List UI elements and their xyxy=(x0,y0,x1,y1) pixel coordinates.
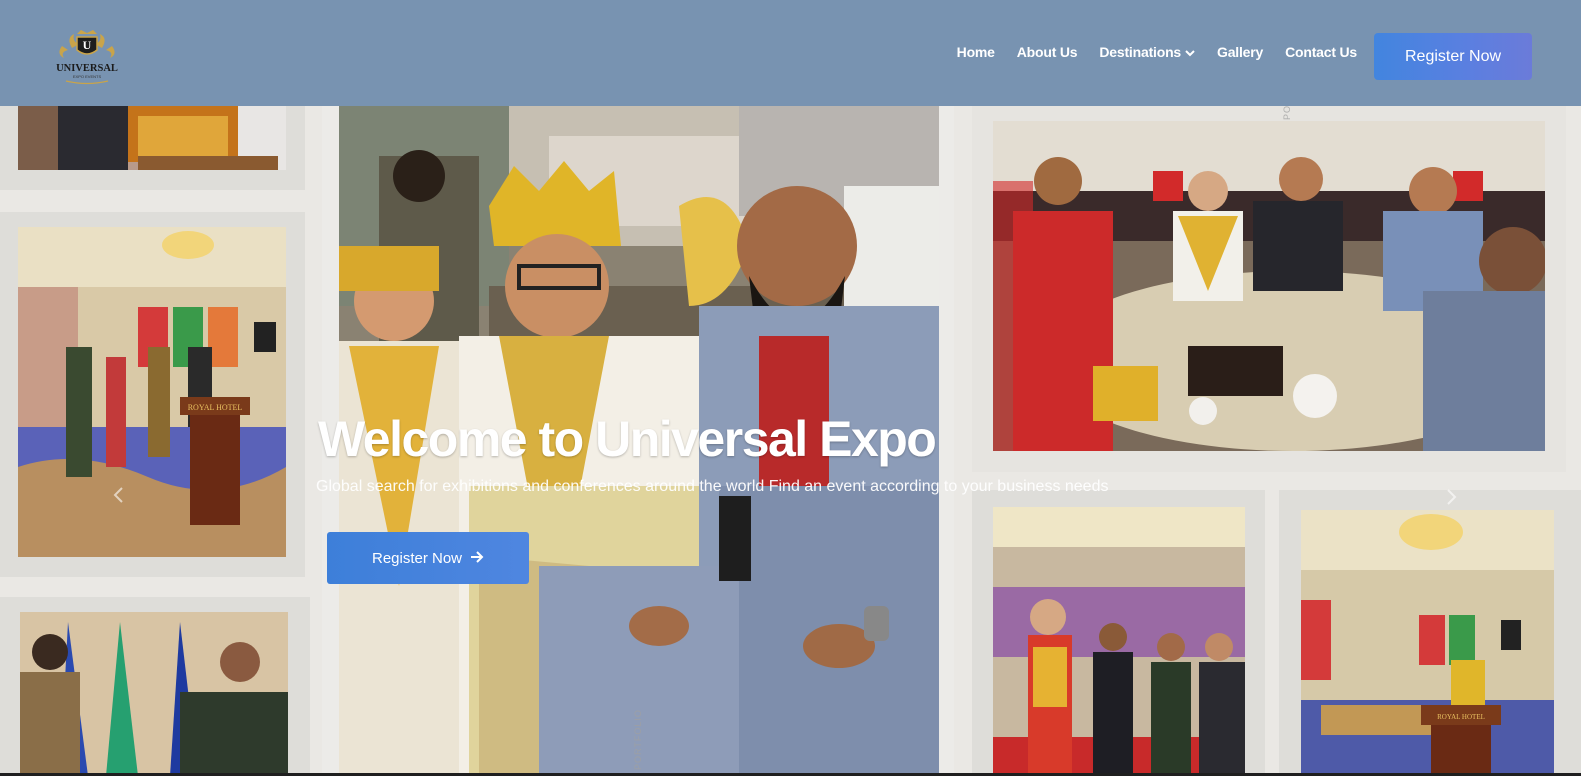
svg-text:ROYAL HOTEL: ROYAL HOTEL xyxy=(1437,713,1485,721)
arrow-right-icon xyxy=(470,550,484,567)
register-now-button[interactable]: Register Now xyxy=(1374,33,1532,80)
brand-logo[interactable]: U UNIVERSAL EXPO EVENTS xyxy=(52,28,122,86)
nav-contact-us[interactable]: Contact Us xyxy=(1285,44,1357,60)
svg-text:U: U xyxy=(83,38,92,52)
gallery-photo[interactable] xyxy=(20,612,288,776)
chevron-right-icon xyxy=(1446,486,1458,511)
carousel-prev-button[interactable] xyxy=(112,484,124,510)
main-nav: Home About Us Destinations Gallery Conta… xyxy=(957,44,1358,60)
gallery-tile xyxy=(0,106,305,190)
gallery-photo[interactable]: ROYAL HOTEL xyxy=(1301,510,1554,776)
nav-gallery[interactable]: Gallery xyxy=(1217,44,1263,60)
gallery-tile xyxy=(0,597,310,776)
brand-name: UNIVERSAL xyxy=(56,63,118,74)
chevron-left-icon xyxy=(112,484,124,509)
gallery-photo[interactable] xyxy=(993,507,1245,776)
gallery-tile xyxy=(972,106,1566,472)
gallery-tile: ROYAL HOTEL xyxy=(0,212,305,577)
carousel-next-button[interactable] xyxy=(1446,486,1458,512)
gallery-photo[interactable] xyxy=(993,121,1545,451)
hero-register-now-button[interactable]: Register Now xyxy=(327,532,529,584)
brand-tagline: EXPO EVENTS xyxy=(73,74,102,79)
nav-home[interactable]: Home xyxy=(957,44,995,60)
nav-destinations[interactable]: Destinations xyxy=(1099,44,1195,60)
chevron-down-icon xyxy=(1185,44,1195,60)
portfolio-side-label: PORTFOLIO xyxy=(633,709,643,770)
navbar: U UNIVERSAL EXPO EVENTS Home About Us De… xyxy=(0,0,1581,106)
gallery-photo[interactable] xyxy=(18,106,286,170)
gallery-tile xyxy=(972,490,1265,776)
hero-title: Welcome to Universal Expo xyxy=(318,411,937,467)
page: U UNIVERSAL EXPO EVENTS Home About Us De… xyxy=(0,0,1581,776)
gallery-photo[interactable]: ROYAL HOTEL xyxy=(18,227,286,557)
nav-about-us[interactable]: About Us xyxy=(1017,44,1078,60)
hero-subtitle: Global search for exhibitions and confer… xyxy=(316,478,1109,495)
gallery-tile: ROYAL HOTEL xyxy=(1279,490,1581,776)
svg-text:ROYAL HOTEL: ROYAL HOTEL xyxy=(188,403,243,412)
